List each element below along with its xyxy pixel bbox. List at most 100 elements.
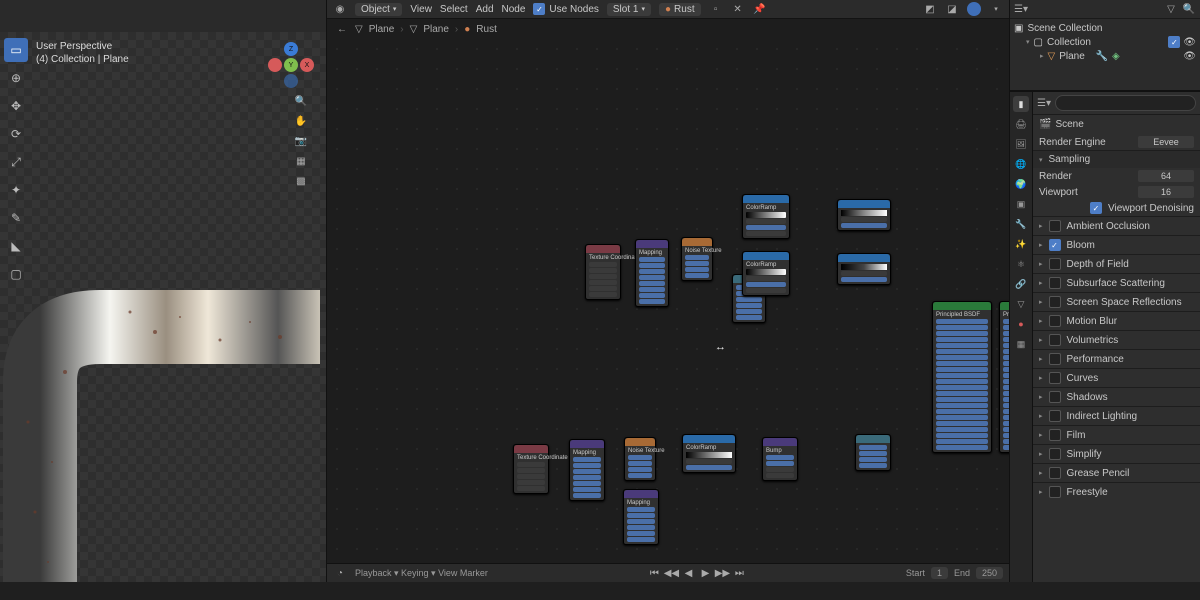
crumb-mesh[interactable]: Plane: [423, 24, 449, 35]
measure-tool[interactable]: ◣: [4, 234, 28, 258]
node-bump[interactable]: Bump: [762, 437, 798, 481]
section-sampling[interactable]: ▾ Sampling: [1033, 150, 1200, 168]
pin-icon[interactable]: 📌: [753, 2, 767, 16]
move-tool[interactable]: ✥: [4, 94, 28, 118]
end-value[interactable]: 250: [976, 567, 1003, 579]
node-mapping-2[interactable]: Mapping: [569, 439, 605, 501]
play-icon[interactable]: ▶: [698, 566, 712, 580]
axis-x2-icon[interactable]: X: [300, 58, 314, 72]
field-value[interactable]: 64: [1138, 170, 1194, 182]
checkbox-icon[interactable]: [1049, 429, 1061, 441]
tab-material[interactable]: ●: [1013, 316, 1029, 332]
render-samples-field[interactable]: Render 64: [1033, 168, 1200, 184]
viewport-samples-field[interactable]: Viewport 16: [1033, 184, 1200, 200]
tab-render[interactable]: ▮: [1013, 96, 1029, 112]
checkbox-icon[interactable]: [1049, 315, 1061, 327]
checkbox-icon[interactable]: ✓: [1168, 36, 1180, 48]
crumb-material[interactable]: Rust: [476, 24, 497, 35]
tree-collection[interactable]: ▾▢Collection ✓👁: [1014, 35, 1196, 49]
node-principled-bsdf-1[interactable]: Principled BSDF: [932, 301, 992, 453]
shading-mode-icon[interactable]: [967, 2, 981, 16]
pin-icon[interactable]: ☰▾: [1037, 96, 1051, 110]
section-bloom[interactable]: ▸✓Bloom: [1033, 235, 1200, 254]
restrict-icon[interactable]: 👁: [1183, 37, 1196, 48]
section-screen-space-reflections[interactable]: ▸Screen Space Reflections: [1033, 292, 1200, 311]
checkbox-icon[interactable]: [1049, 391, 1061, 403]
grid-icon[interactable]: ▩: [294, 174, 308, 188]
checkbox-icon[interactable]: [1049, 410, 1061, 422]
start-value[interactable]: 1: [931, 567, 948, 579]
section-grease-pencil[interactable]: ▸Grease Pencil: [1033, 463, 1200, 482]
section-depth-of-field[interactable]: ▸Depth of Field: [1033, 254, 1200, 273]
new-material-icon[interactable]: ▫: [709, 2, 723, 16]
persp-icon[interactable]: ▦: [294, 154, 308, 168]
checkbox-icon[interactable]: [1049, 467, 1061, 479]
section-simplify[interactable]: ▸Simplify: [1033, 444, 1200, 463]
tab-physics[interactable]: ⚛: [1013, 256, 1029, 272]
editor-type-icon[interactable]: ☰▾: [1014, 2, 1028, 16]
section-ambient-occlusion[interactable]: ▸Ambient Occlusion: [1033, 216, 1200, 235]
overlay-icon[interactable]: ◪: [945, 2, 959, 16]
play-rev-icon[interactable]: ◀: [681, 566, 695, 580]
menu-view[interactable]: View: [410, 4, 432, 15]
search-input[interactable]: [1055, 95, 1196, 111]
section-subsurface-scattering[interactable]: ▸Subsurface Scattering: [1033, 273, 1200, 292]
editor-type-icon[interactable]: ◉: [333, 2, 347, 16]
cursor-tool[interactable]: ⊕: [4, 66, 28, 90]
tab-viewlayer[interactable]: 🖼: [1013, 136, 1029, 152]
menu-select[interactable]: Select: [440, 4, 468, 15]
viewport-canvas[interactable]: User Perspective (4) Collection | Plane …: [0, 32, 326, 582]
pan-icon[interactable]: ✋: [294, 114, 308, 128]
checkbox-icon[interactable]: [1049, 258, 1061, 270]
node-canvas[interactable]: Texture Coordinate Mapping Noise Texture: [327, 39, 1009, 563]
node-mapping-3[interactable]: Mapping: [623, 489, 659, 545]
field-value[interactable]: Eevee: [1138, 136, 1194, 148]
select-tool[interactable]: ▭: [4, 38, 28, 62]
checkbox-icon[interactable]: [1049, 353, 1061, 365]
node-colorramp-bottom[interactable]: [837, 253, 891, 285]
checkbox-icon[interactable]: [1049, 372, 1061, 384]
section-indirect-lighting[interactable]: ▸Indirect Lighting: [1033, 406, 1200, 425]
node-texture-coordinate-2[interactable]: Texture Coordinate: [513, 444, 549, 494]
overlay-icon[interactable]: ◩: [923, 2, 937, 16]
node-colorramp-2[interactable]: ColorRamp: [742, 251, 790, 296]
next-key-icon[interactable]: ▶▶: [715, 566, 729, 580]
unlink-icon[interactable]: ✕: [731, 2, 745, 16]
node-principled-bsdf-2[interactable]: Principled BSDF: [999, 301, 1009, 453]
slot-selector[interactable]: Slot 1 ▾: [607, 3, 651, 16]
tree-scene-collection[interactable]: ▣Scene Collection: [1014, 21, 1196, 35]
axis-x-icon[interactable]: [268, 58, 282, 72]
viewport-denoising-toggle[interactable]: ✓ Viewport Denoising: [1033, 200, 1200, 216]
tab-scene[interactable]: 🌐: [1013, 156, 1029, 172]
axis-z-neg-icon[interactable]: [284, 74, 298, 88]
menu-add[interactable]: Add: [476, 4, 494, 15]
restrict-icon[interactable]: 👁: [1183, 51, 1196, 62]
node-colorramp-1[interactable]: ColorRamp: [742, 194, 790, 239]
render-engine-field[interactable]: Render Engine Eevee: [1033, 134, 1200, 150]
transform-tool[interactable]: ✦: [4, 178, 28, 202]
zoom-icon[interactable]: 🔍: [294, 94, 308, 108]
tab-object[interactable]: ▣: [1013, 196, 1029, 212]
section-motion-blur[interactable]: ▸Motion Blur: [1033, 311, 1200, 330]
checkbox-icon[interactable]: [1049, 334, 1061, 346]
tab-mesh[interactable]: ▽: [1013, 296, 1029, 312]
prev-key-icon[interactable]: ◀◀: [664, 566, 678, 580]
node-noise-texture[interactable]: Noise Texture: [681, 237, 713, 281]
checkbox-icon[interactable]: [1049, 486, 1061, 498]
section-film[interactable]: ▸Film: [1033, 425, 1200, 444]
nav-gizmo[interactable]: Z Y X: [268, 42, 314, 88]
node-texture-coordinate[interactable]: Texture Coordinate: [585, 244, 621, 300]
checkbox-icon[interactable]: [1049, 277, 1061, 289]
checkbox-icon[interactable]: [1049, 220, 1061, 232]
jump-start-icon[interactable]: ⏮: [647, 566, 661, 580]
back-icon[interactable]: ←: [335, 22, 349, 36]
section-freestyle[interactable]: ▸Freestyle: [1033, 482, 1200, 501]
tab-modifiers[interactable]: 🔧: [1013, 216, 1029, 232]
tab-particles[interactable]: ✨: [1013, 236, 1029, 252]
node-mapping[interactable]: Mapping: [635, 239, 669, 307]
outliner-tree[interactable]: ▣Scene Collection ▾▢Collection ✓👁 ▸▽Plan…: [1010, 19, 1200, 65]
jump-end-icon[interactable]: ⏭: [732, 566, 746, 580]
search-icon[interactable]: 🔍: [1182, 2, 1196, 16]
crumb-object[interactable]: Plane: [369, 24, 395, 35]
rotate-tool[interactable]: ⟳: [4, 122, 28, 146]
